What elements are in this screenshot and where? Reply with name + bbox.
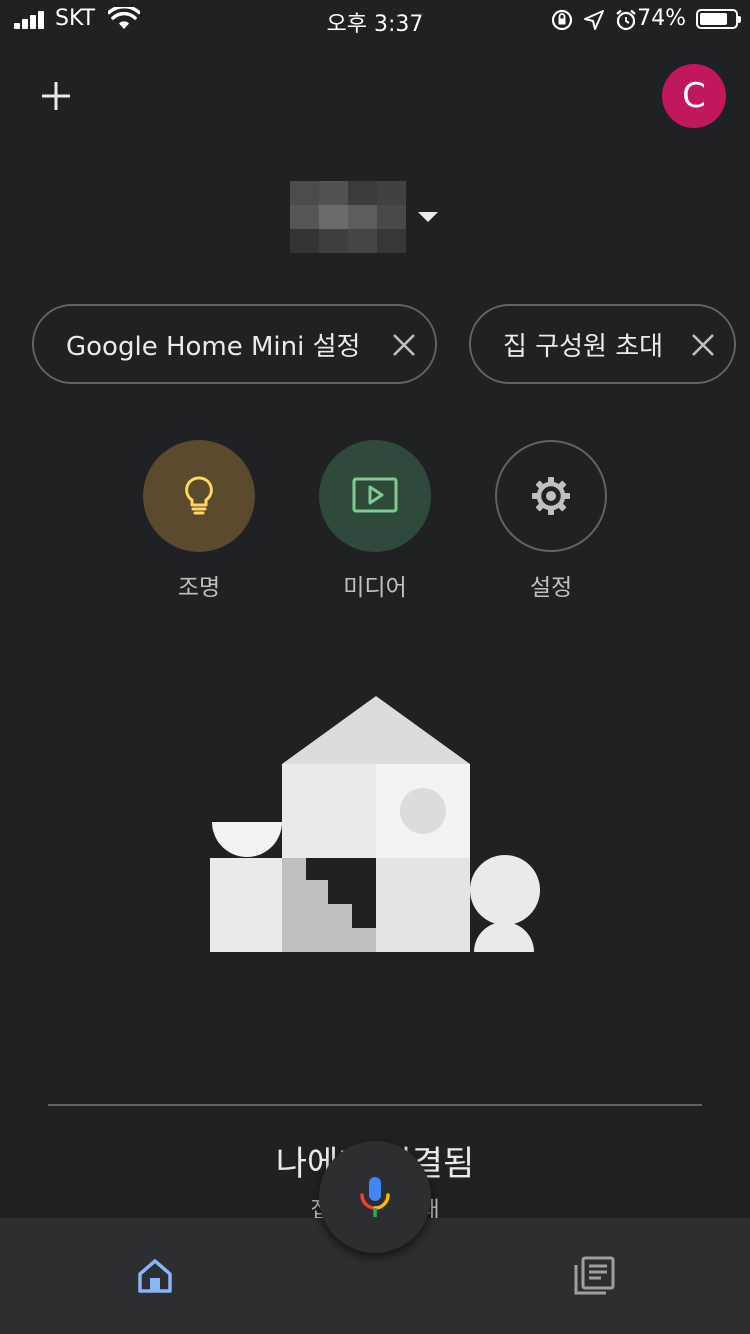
battery-icon: [696, 9, 741, 29]
media-play-icon: [352, 477, 398, 513]
setup-home-mini-chip[interactable]: Google Home Mini 설정: [32, 304, 437, 384]
chip-label: 집 구성원 초대: [503, 331, 664, 362]
lights-label: 조명: [177, 575, 221, 601]
account-avatar[interactable]: C: [662, 64, 726, 128]
house-illustration: [210, 696, 540, 952]
avatar-letter: C: [682, 76, 706, 116]
media-label: 미디어: [343, 575, 407, 601]
rotation-lock-icon: [551, 9, 573, 31]
invite-member-chip[interactable]: 집 구성원 초대: [469, 304, 736, 384]
feed-icon[interactable]: [573, 1256, 615, 1296]
media-button[interactable]: 미디어: [319, 440, 431, 601]
alarm-icon: [616, 9, 636, 31]
gear-icon: [532, 477, 570, 515]
location-icon: [584, 10, 604, 30]
assistant-mic-button[interactable]: [319, 1141, 431, 1253]
add-icon[interactable]: [36, 76, 76, 116]
home-icon[interactable]: [135, 1256, 175, 1296]
close-icon[interactable]: [690, 332, 716, 358]
lights-button[interactable]: 조명: [143, 440, 255, 601]
close-icon[interactable]: [391, 332, 417, 358]
home-name-redacted[interactable]: [290, 181, 406, 253]
battery-percent: 74%: [637, 6, 686, 31]
home-dropdown-icon[interactable]: [418, 212, 438, 224]
mic-icon: [360, 1177, 390, 1217]
settings-button[interactable]: 설정: [495, 440, 607, 601]
chip-label: Google Home Mini 설정: [66, 331, 361, 362]
section-divider: [48, 1104, 702, 1106]
status-bar: SKT 오후 3:37 74%: [0, 0, 750, 40]
lightbulb-icon: [185, 476, 213, 515]
settings-label: 설정: [529, 575, 573, 601]
